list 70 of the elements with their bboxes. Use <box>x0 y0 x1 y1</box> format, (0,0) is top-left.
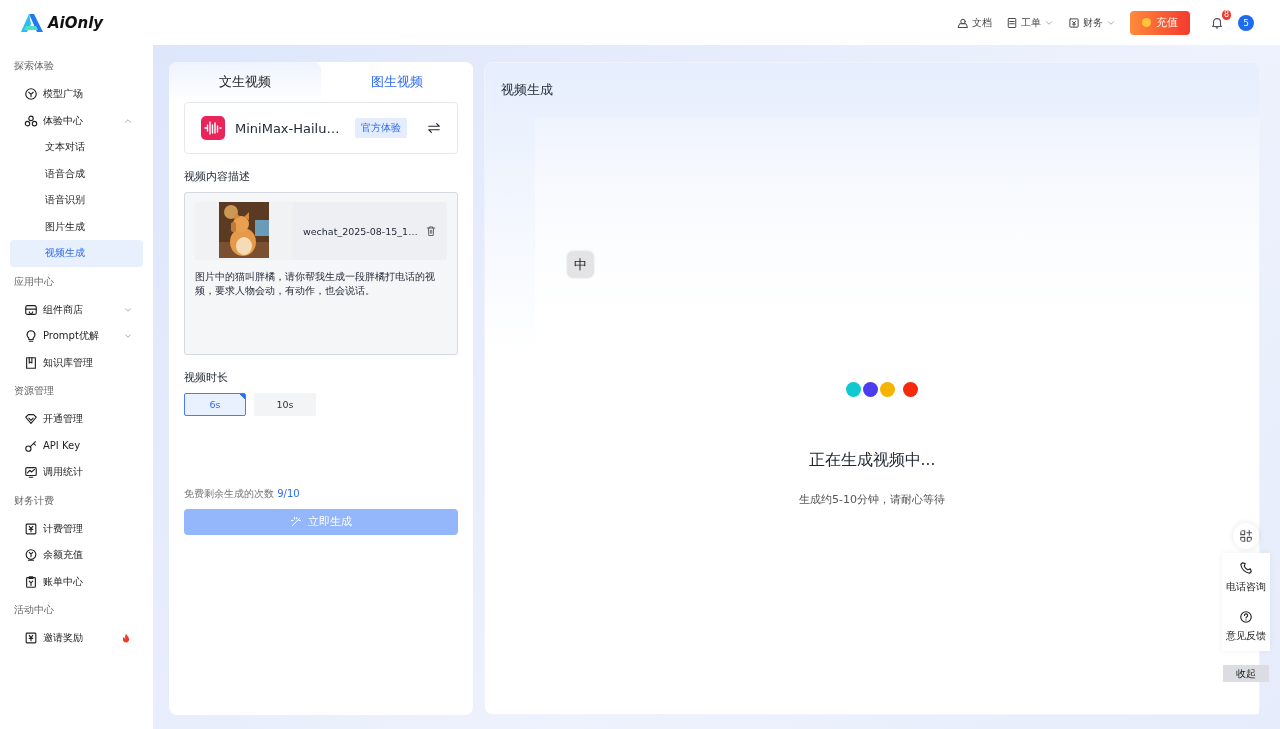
sidebar-item[interactable]: 邀请奖励 <box>10 625 143 652</box>
sidebar-item[interactable]: 模型广场 <box>10 81 143 108</box>
model-name: MiniMax-Hailu… <box>235 120 341 136</box>
flame-icon <box>121 633 131 644</box>
description-field[interactable]: wechat_2025-08-15_1… 图片中的猫叫胖橘，请你帮我生成一段胖橘打电话的视频，要求人物会动，有动作，也会说话。 <box>184 192 458 355</box>
people-icon <box>24 113 38 128</box>
notification-badge: 8 <box>1221 9 1231 20</box>
diamond-icon <box>24 412 38 427</box>
tool-button[interactable]: 电话咨询 <box>1222 553 1270 602</box>
waveform-icon <box>201 116 225 140</box>
bill-icon <box>24 574 38 589</box>
section-title: 探索体验 <box>14 59 55 73</box>
duration-option[interactable]: 10s <box>254 393 316 416</box>
field-label: 视频内容描述 <box>184 170 251 184</box>
monitor-chart-icon <box>24 465 38 480</box>
hint-text: 生成约5-10分钟，请耐心等待 <box>799 492 945 507</box>
quota-text: 免费剩余生成的次数 9/10 <box>184 487 301 501</box>
yen-icon <box>24 521 38 536</box>
brand-name: AiOnly <box>48 13 104 32</box>
section-title: 财务计费 <box>14 493 55 508</box>
duration-option[interactable]: 6s <box>184 393 246 416</box>
section-title: 资源管理 <box>14 384 55 398</box>
bell-icon[interactable] <box>1210 15 1224 30</box>
sidebar-item[interactable]: 视频生成 <box>10 240 143 267</box>
sidebar-item[interactable]: API Key <box>10 432 143 459</box>
status-text: 正在生成视频中... <box>808 450 936 471</box>
logo-icon <box>20 12 44 33</box>
collapse-button[interactable]: 收起 <box>1223 665 1269 682</box>
book-icon <box>24 355 38 370</box>
field-label: 视频时长 <box>184 371 229 385</box>
avatar[interactable]: 5 <box>1238 14 1254 31</box>
nav-link[interactable]: 工单 <box>1006 15 1054 30</box>
store-icon <box>24 302 38 317</box>
sidebar-item[interactable]: 文本对话 <box>10 134 143 161</box>
tag: 官方体验 <box>355 118 407 138</box>
person-doc-icon <box>957 16 969 29</box>
sidebar-item[interactable]: 开通管理 <box>10 406 143 433</box>
coin-icon <box>24 548 38 563</box>
sidebar-item[interactable]: 余额充值 <box>10 542 143 569</box>
sidebar-item[interactable]: 体验中心 <box>10 107 143 134</box>
sidebar-item[interactable]: 组件商店 <box>10 296 143 323</box>
section-title: 应用中心 <box>14 274 55 289</box>
model-card[interactable]: MiniMax-Hailu… 官方体验 <box>184 102 458 154</box>
sidebar-item[interactable]: 账单中心 <box>10 568 143 595</box>
lightbulb-icon <box>24 329 38 344</box>
sidebar-item[interactable]: 计费管理 <box>10 515 143 542</box>
sidebar-item[interactable]: 语音合成 <box>10 160 143 187</box>
magic-wand-icon <box>290 516 302 528</box>
help-icon <box>1239 610 1253 624</box>
panel-title: 视频生成 <box>500 81 554 99</box>
ime-indicator: 中 <box>568 252 593 277</box>
swap-icon[interactable] <box>427 121 441 135</box>
sidebar-item[interactable]: 语音识别 <box>10 187 143 214</box>
tool-button[interactable]: 意见反馈 <box>1222 602 1270 651</box>
clipboard-icon <box>1006 16 1018 29</box>
nav-link[interactable]: 文档 <box>957 15 992 30</box>
sidebar-item[interactable]: 图片生成 <box>10 213 143 240</box>
prompt-text: 图片中的猫叫胖橘，请你帮我生成一段胖橘打电话的视频，要求人物会动，有动作，也会说话。 <box>195 270 436 298</box>
ledger-icon <box>1068 16 1080 29</box>
file-name: wechat_2025-08-15_1… <box>302 225 419 237</box>
sidebar-item[interactable]: 知识库管理 <box>10 349 143 376</box>
nav-link[interactable]: 财务 <box>1068 15 1116 30</box>
trash-icon[interactable] <box>425 225 437 237</box>
section-title: 活动中心 <box>14 603 55 617</box>
phone-icon <box>1239 561 1253 575</box>
key-icon <box>24 438 38 453</box>
sidebar-item[interactable]: Prompt优解 <box>10 323 143 350</box>
coin-icon <box>1142 18 1151 27</box>
sidebar-item[interactable]: 调用统计 <box>10 459 143 486</box>
yen-icon <box>24 631 38 646</box>
